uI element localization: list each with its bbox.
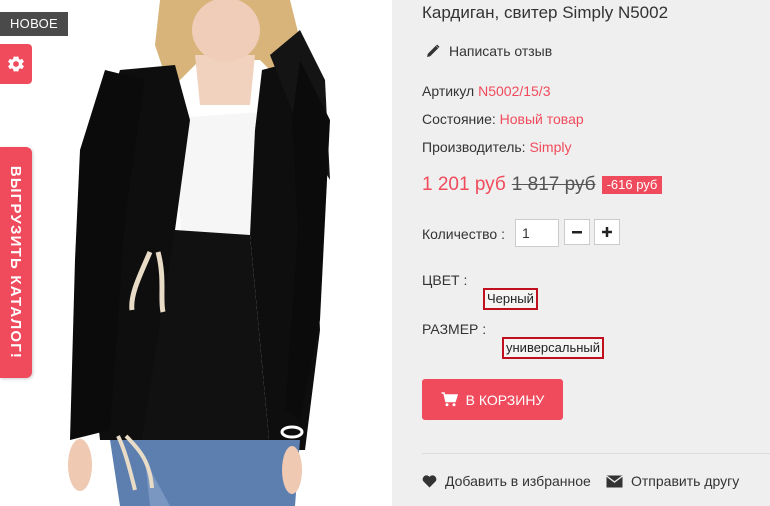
sku-value: N5002/15/3 [478,83,551,99]
gear-icon [8,56,24,72]
add-to-cart-label: В КОРЗИНУ [465,391,545,408]
condition-row: Состояние: Новый товар [422,111,584,127]
color-option[interactable]: Черный [483,288,538,310]
product-photo[interactable] [0,0,392,506]
pencil-icon [426,44,440,58]
minus-icon [572,231,582,234]
divider [422,453,770,454]
condition-value: Новый товар [499,111,584,127]
size-option[interactable]: универсальный [502,337,605,359]
settings-button[interactable] [0,44,32,84]
sku-label: Артикул [422,83,475,99]
new-badge: НОВОЕ [0,12,68,36]
manufacturer-link[interactable]: Simply [529,139,571,155]
manufacturer-row: Производитель: Simply [422,139,571,155]
add-to-cart-button[interactable]: В КОРЗИНУ [422,379,563,420]
sku-row: Артикул N5002/15/3 [422,83,551,99]
quantity-decrease-button[interactable] [564,219,590,245]
product-title: Кардиган, свитер Simply N5002 [422,3,669,22]
product-image-panel: НОВОЕ ВЫГРУЗИТЬ КАТАЛОГ! [0,0,392,506]
write-review-link[interactable]: Написать отзыв [426,43,552,59]
manufacturer-label: Производитель: [422,139,526,155]
quantity-input[interactable] [515,219,559,247]
cart-icon [441,392,458,407]
export-catalog-label: ВЫГРУЗИТЬ КАТАЛОГ! [7,165,25,360]
plus-icon [602,227,612,237]
discount-badge: -616 руб [601,176,663,194]
envelope-icon [606,474,623,488]
product-details: Кардиган, свитер Simply N5002 Написать о… [422,0,770,506]
price-row: 1 201 руб 1 817 руб -616 руб [422,174,663,196]
add-to-wishlist-link[interactable]: Добавить в избранное [422,473,591,489]
quantity-increase-button[interactable] [594,219,620,245]
heart-icon [422,474,437,488]
old-price: 1 817 руб [511,174,596,195]
color-label: ЦВЕТ : [422,272,468,288]
size-label: РАЗМЕР : [422,321,487,337]
add-to-wishlist-label: Добавить в избранное [445,473,591,489]
condition-label: Состояние: [422,111,496,127]
send-to-friend-label: Отправить другу [631,473,740,489]
write-review-label: Написать отзыв [449,43,553,59]
export-catalog-tab[interactable]: ВЫГРУЗИТЬ КАТАЛОГ! [0,147,32,378]
send-to-friend-link[interactable]: Отправить другу [606,473,739,489]
current-price: 1 201 руб [422,174,506,195]
quantity-label: Количество : [422,226,505,242]
